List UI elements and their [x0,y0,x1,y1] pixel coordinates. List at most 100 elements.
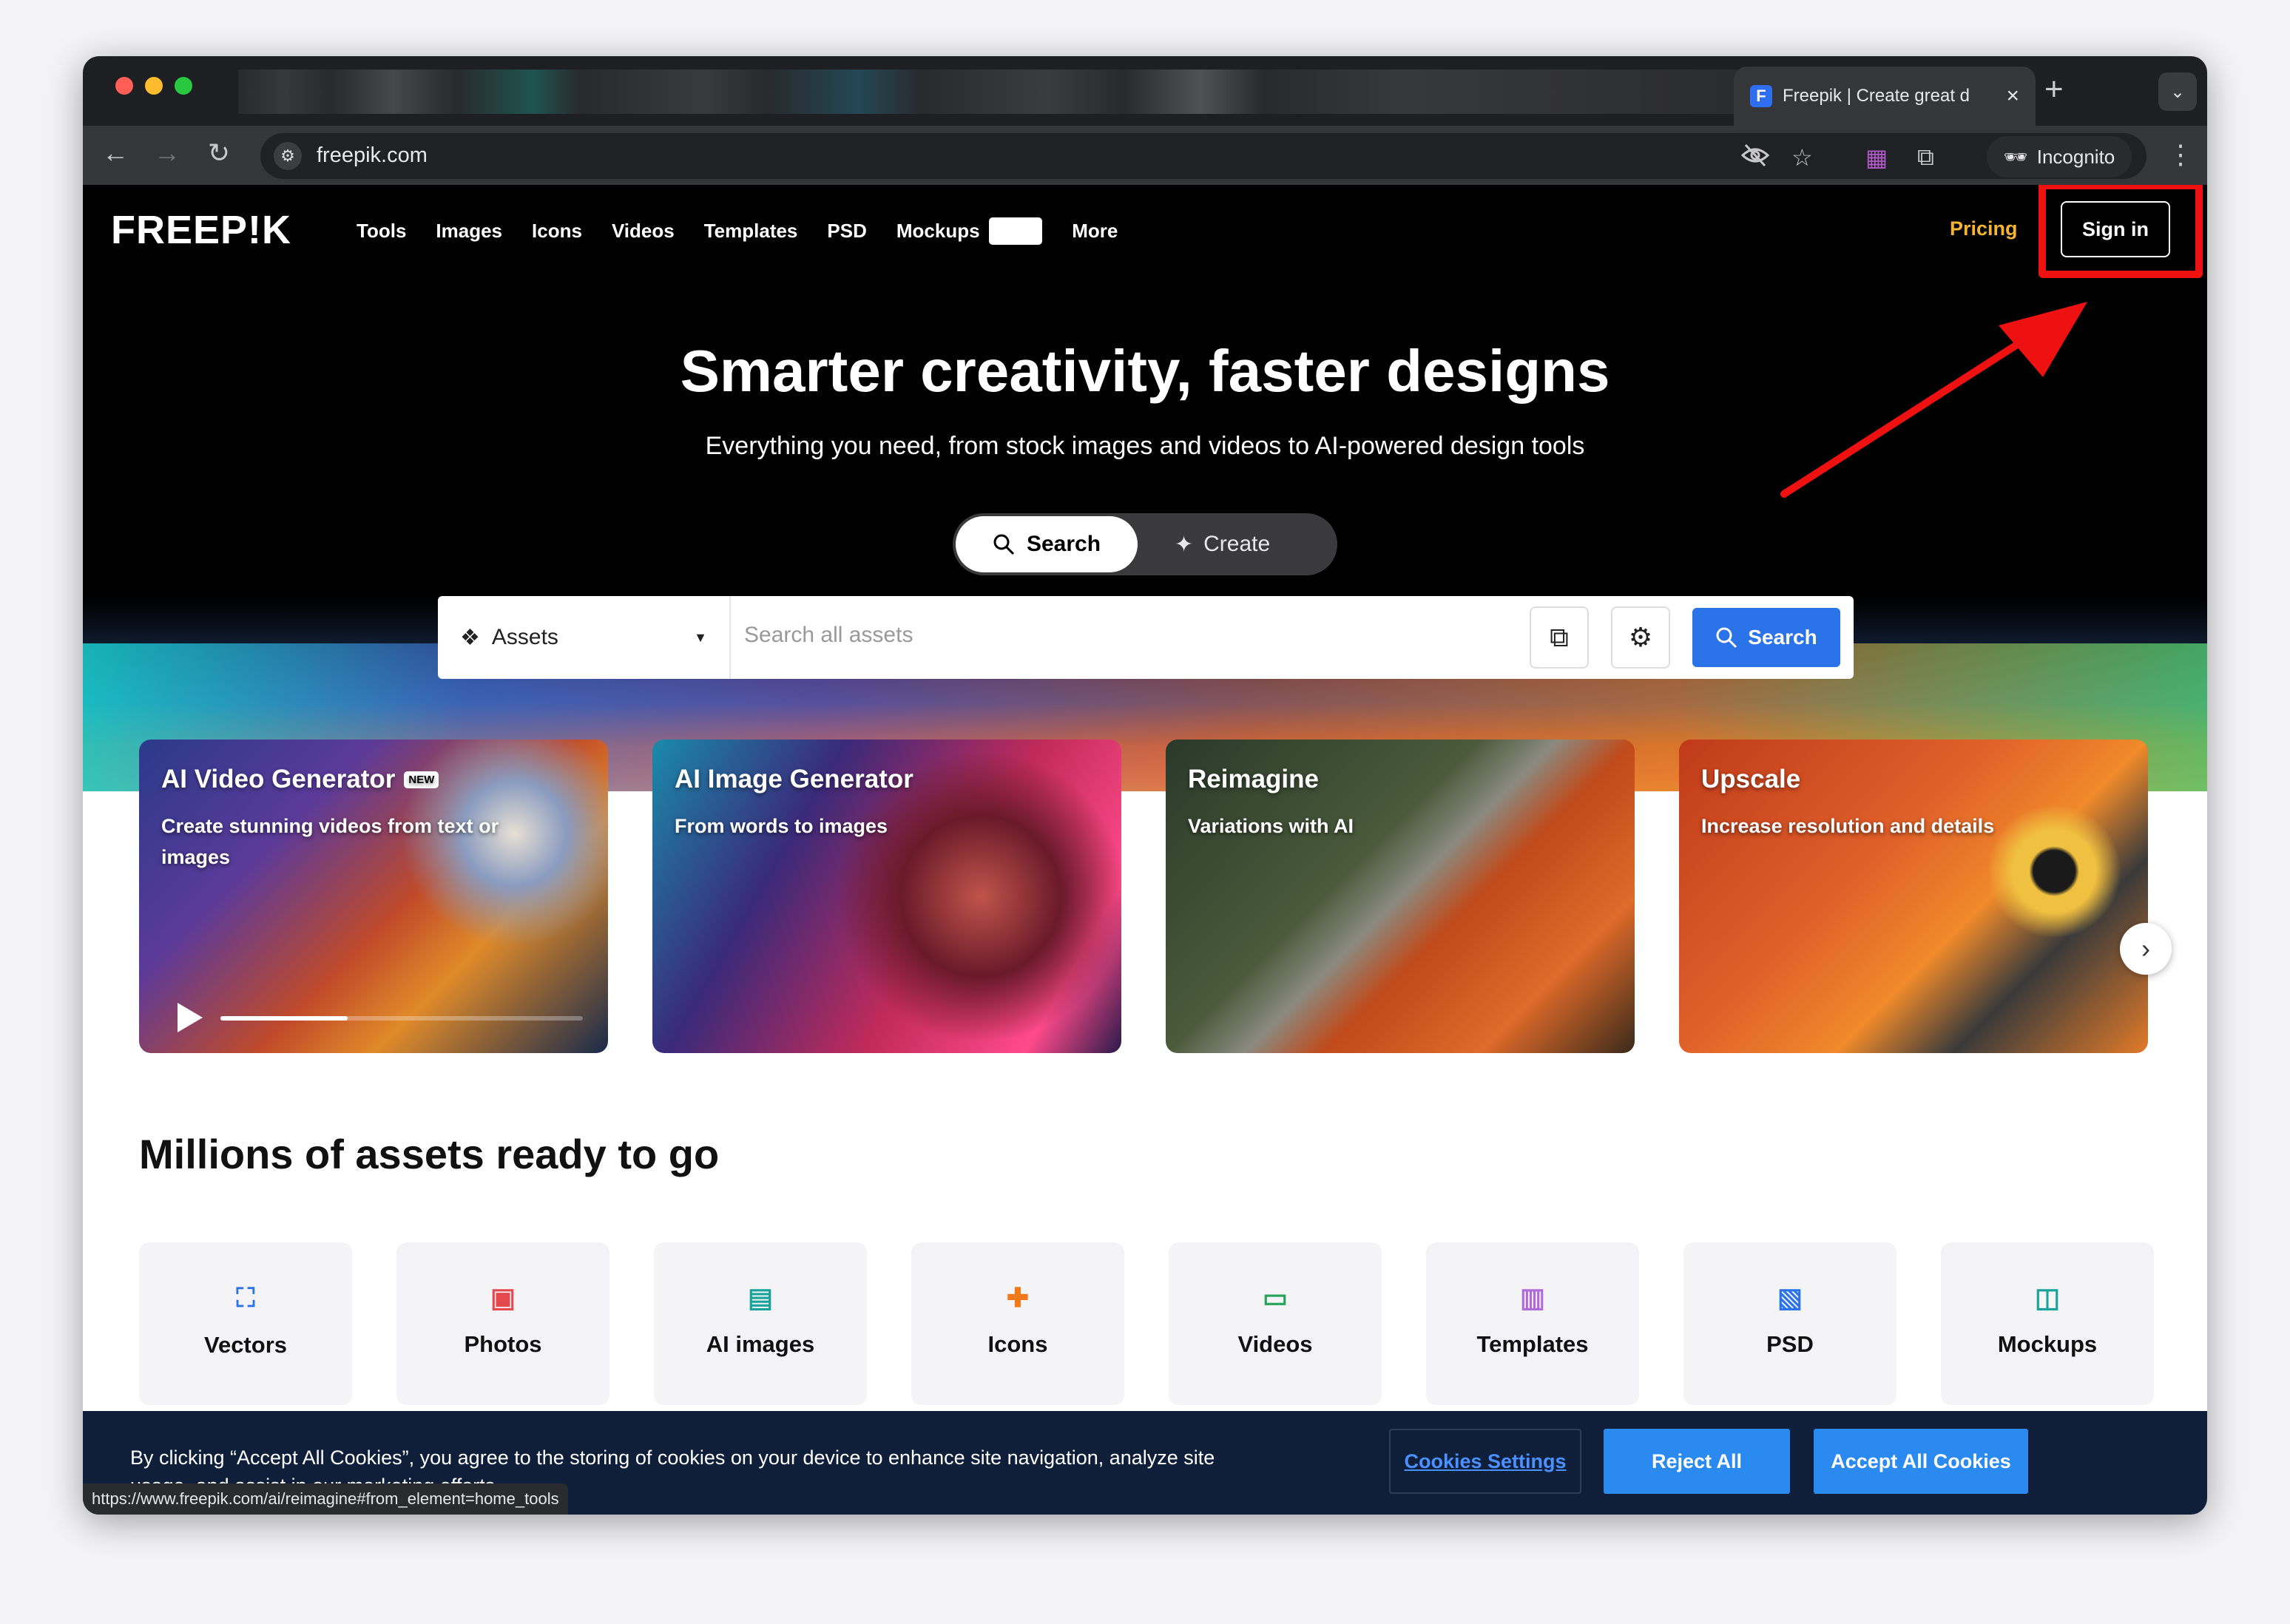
category-photos[interactable]: ▣ Photos [396,1242,609,1405]
card-title: Upscale [1701,765,1801,794]
new-tab-button[interactable]: + [2044,71,2064,108]
video-icon: ▭ [1262,1282,1288,1313]
nav-icons[interactable]: Icons [532,220,582,243]
template-icon: ▥ [1519,1282,1545,1313]
tool-card-upscale[interactable]: Upscale Increase resolution and details [1679,740,2148,1053]
extension-icon[interactable]: ▦ [1865,143,1888,172]
caret-down-icon: ▼ [694,629,707,645]
category-label: Icons [987,1331,1048,1357]
freepik-favicon-icon: F [1750,85,1772,107]
mockup-icon: ◫ [2034,1282,2060,1313]
search-submit-button[interactable]: Search [1692,608,1840,667]
card-description: Create stunning videos from text or imag… [161,815,499,868]
tab-bar: F Freepik | Create great d × + ⌄ [83,56,2207,126]
card-title: Reimagine [1188,765,1319,794]
minimize-window-button[interactable] [145,77,163,95]
tab-close-icon[interactable]: × [2006,84,2019,109]
hero-subtitle: Everything you need, from stock images a… [705,432,1585,460]
pricing-link[interactable]: Pricing [1950,217,2018,240]
photo-icon: ▣ [490,1282,516,1313]
nav-more[interactable]: More [1072,220,1118,243]
toggle-create-button[interactable]: ✦ Create [1175,513,1270,575]
site-settings-icon[interactable]: ⚙ [274,142,302,170]
incognito-icon: 🕶 [2003,145,2028,168]
eye-off-icon[interactable] [1740,143,1770,173]
tab-search-button[interactable]: ⌄ [2158,72,2197,111]
incognito-indicator[interactable]: 🕶 Incognito [1987,136,2132,177]
asset-type-label: Assets [491,625,558,649]
card-description: Increase resolution and details [1701,815,1995,837]
toggle-search-label: Search [1026,532,1101,556]
nav-mockups[interactable]: Mockups [896,220,980,243]
search-button-label: Search [1748,626,1817,649]
category-label: Vectors [203,1332,287,1358]
highlight-annotation-box [2039,185,2203,278]
tool-card-reimagine[interactable]: Reimagine Variations with AI [1166,740,1635,1053]
cookies-settings-button[interactable]: Cookies Settings [1389,1429,1581,1494]
play-icon[interactable] [178,1003,203,1032]
asset-categories: ⛶ Vectors ▣ Photos ▤ AI images ✚ Icons ▭… [139,1242,2154,1405]
freepik-logo[interactable]: FREEP!K [111,207,291,253]
nav-templates[interactable]: Templates [704,220,798,243]
bookmark-star-icon[interactable]: ☆ [1791,143,1813,172]
window-controls [115,77,192,95]
asset-type-select[interactable]: ❖ Assets ▼ [438,596,731,679]
search-bar: ❖ Assets ▼ Search all assets ⧉ ⚙ Search [438,596,1854,679]
reload-button[interactable]: ↻ [201,138,237,169]
cookie-text: By clicking “Accept All Cookies”, you ag… [130,1447,1215,1483]
nav-videos[interactable]: Videos [612,220,675,243]
category-mockups[interactable]: ◫ Mockups [1941,1242,2154,1405]
image-search-icon: ⧉ [1550,621,1569,652]
video-progress-bar[interactable] [220,1016,583,1021]
status-bar-url: https://www.freepik.com/ai/reimagine#fro… [83,1483,568,1515]
ai-image-icon: ▤ [747,1282,773,1313]
nav-psd[interactable]: PSD [827,220,866,243]
incognito-label: Incognito [2036,145,2115,168]
category-templates[interactable]: ▥ Templates [1426,1242,1639,1405]
accept-all-cookies-button[interactable]: Accept All Cookies [1814,1429,2028,1494]
url-text[interactable]: freepik.com [317,143,428,168]
psd-icon: ▧ [1777,1282,1803,1313]
card-title: AI Image Generator [675,765,913,794]
tool-card-ai-image[interactable]: AI Image Generator From words to images [652,740,1121,1053]
forward-button[interactable]: → [149,138,185,169]
toggle-create-label: Create [1203,532,1271,556]
sparkle-icon: ✦ [1175,532,1194,557]
search-input[interactable]: Search all assets [744,623,913,648]
active-tab[interactable]: F Freepik | Create great d × [1734,67,2036,126]
category-label: PSD [1766,1331,1814,1357]
maximize-window-button[interactable] [175,77,192,95]
gear-icon: ⚙ [1628,622,1653,652]
browser-window: F Freepik | Create great d × + ⌄ ← → ↻ ⚙… [83,56,2207,1515]
category-icons[interactable]: ✚ Icons [911,1242,1124,1405]
address-bar: ← → ↻ ⚙ freepik.com ☆ ▦ ⧉ 🕶 Incognito ⋮ [83,126,2207,185]
omnibox[interactable] [260,133,2147,179]
icons-icon: ✚ [1006,1282,1030,1313]
category-label: Videos [1237,1331,1313,1357]
tool-card-ai-video[interactable]: AI Video Generator NEW Create stunning v… [139,740,608,1053]
image-search-button[interactable]: ⧉ [1530,606,1589,669]
toggle-search-button[interactable]: Search [956,516,1138,572]
assets-heading: Millions of assets ready to go [139,1131,720,1177]
nav-images[interactable]: Images [436,220,502,243]
browser-menu-icon[interactable]: ⋮ [2167,139,2194,170]
nav-tools[interactable]: Tools [357,220,406,243]
category-label: Mockups [1997,1331,2098,1357]
extensions-puzzle-icon[interactable]: ⧉ [1917,143,1934,172]
carousel-next-button[interactable]: › [2120,923,2172,975]
category-psd[interactable]: ▧ PSD [1683,1242,1896,1405]
back-button[interactable]: ← [98,138,133,169]
search-settings-button[interactable]: ⚙ [1611,606,1670,669]
card-description: From words to images [675,815,888,837]
category-label: AI images [706,1331,815,1357]
hero-title: Smarter creativity, faster designs [680,338,1610,404]
category-label: Templates [1476,1331,1589,1357]
close-window-button[interactable] [115,77,133,95]
assets-icon: ❖ [460,625,480,650]
category-ai-images[interactable]: ▤ AI images [654,1242,867,1405]
category-vectors[interactable]: ⛶ Vectors [139,1242,352,1405]
reject-all-button[interactable]: Reject All [1604,1429,1790,1494]
search-create-toggle: Search ✦ Create [953,513,1337,575]
chevron-right-icon: › [2141,933,2150,964]
category-videos[interactable]: ▭ Videos [1169,1242,1382,1405]
